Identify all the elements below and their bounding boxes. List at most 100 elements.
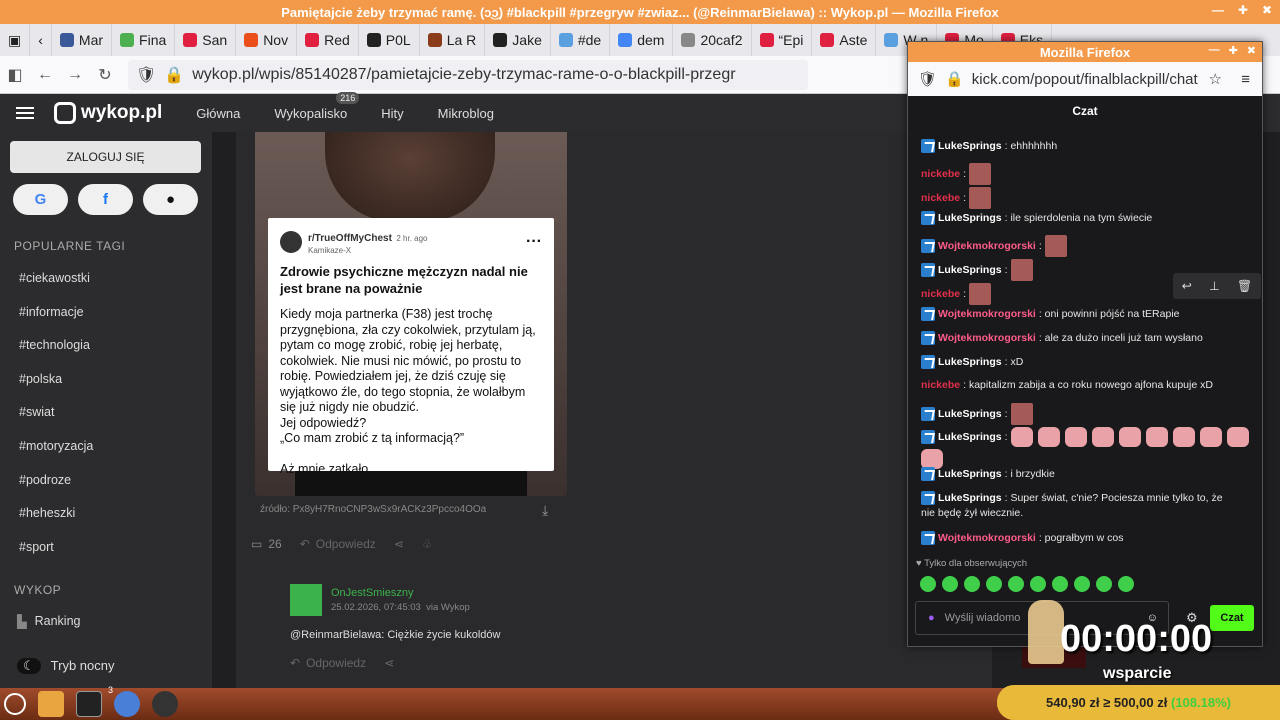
- maximize-icon[interactable]: ✚: [1238, 3, 1248, 17]
- microphone-icon[interactable]: ●: [928, 612, 935, 624]
- chat-username[interactable]: LukeSprings: [938, 212, 1002, 224]
- chat-username[interactable]: Wojtekmokrogorski: [938, 240, 1036, 252]
- emote-picker-icon[interactable]: [920, 576, 936, 592]
- firefox-icon[interactable]: 3: [108, 685, 140, 717]
- maximize-icon[interactable]: ✚: [1229, 44, 1238, 57]
- start-menu-icon[interactable]: [4, 693, 26, 715]
- close-icon[interactable]: ✖: [1262, 3, 1272, 17]
- chat-username[interactable]: Wojtekmokrogorski: [938, 308, 1036, 320]
- popup-address-bar[interactable]: 🛡 🔒 kick.com/popout/finalblackpill/chat …: [908, 62, 1262, 96]
- comments-button[interactable]: ▭ 26: [251, 537, 282, 551]
- avatar[interactable]: [290, 584, 322, 616]
- bookmark-star-icon[interactable]: ☆: [1209, 70, 1222, 88]
- tag-link[interactable]: #swiat: [19, 405, 54, 419]
- share-icon[interactable]: ⋖: [394, 537, 404, 551]
- pin-icon[interactable]: ⊥: [1209, 279, 1219, 293]
- download-icon[interactable]: ⤓: [542, 502, 548, 519]
- chat-username[interactable]: nickebe: [921, 379, 960, 391]
- menu-icon[interactable]: ≡: [1241, 71, 1250, 88]
- browser-tab[interactable]: Mar: [52, 24, 113, 56]
- files-icon[interactable]: [38, 691, 64, 717]
- browser-tab[interactable]: La R: [420, 24, 486, 56]
- emote-picker-icon[interactable]: [1096, 576, 1112, 592]
- favourite-icon[interactable]: ♧: [422, 537, 433, 551]
- sidebar-toggle-icon[interactable]: ◧: [0, 65, 30, 85]
- nav-mikroblog[interactable]: Mikroblog: [438, 106, 494, 121]
- emote-picker-icon[interactable]: [942, 576, 958, 592]
- subscriber-badge-icon: [921, 491, 935, 505]
- wykopalisko-count-badge: 216: [336, 91, 360, 104]
- chat-username[interactable]: LukeSprings: [938, 264, 1002, 276]
- reply-icon[interactable]: ↩: [1182, 279, 1192, 293]
- chat-username[interactable]: LukeSprings: [938, 356, 1002, 368]
- browser-tab[interactable]: Nov: [236, 24, 298, 56]
- emote-picker-icon[interactable]: [1074, 576, 1090, 592]
- emote-picker-icon[interactable]: [986, 576, 1002, 592]
- comment-reply-button[interactable]: ↶ Odpowiedz: [290, 656, 366, 670]
- browser-tab[interactable]: Fina: [112, 24, 176, 56]
- chat-username[interactable]: LukeSprings: [938, 492, 1002, 504]
- emote-picker-icon[interactable]: [1118, 576, 1134, 592]
- menu-icon[interactable]: [16, 107, 34, 119]
- browser-tab[interactable]: “Epi: [752, 24, 813, 56]
- chat-username[interactable]: LukeSprings: [938, 431, 1002, 443]
- tag-link[interactable]: #podroze: [19, 473, 71, 487]
- chat-username[interactable]: Wojtekmokrogorski: [938, 532, 1036, 544]
- share-icon[interactable]: ⋖: [384, 656, 394, 670]
- google-login-button[interactable]: G: [13, 184, 68, 215]
- nav-glowna[interactable]: Główna: [196, 106, 240, 121]
- apple-login-button[interactable]: ●: [143, 184, 198, 215]
- wykop-logo[interactable]: wykop.pl: [54, 102, 162, 124]
- chat-username[interactable]: nickebe: [921, 168, 960, 180]
- comment-author[interactable]: OnJestSmieszny: [331, 587, 414, 599]
- tag-link[interactable]: #sport: [19, 540, 54, 554]
- reply-button[interactable]: ↶ Odpowiedz: [300, 537, 376, 551]
- nav-hity[interactable]: Hity: [381, 106, 403, 121]
- tab-scroll-left[interactable]: ‹: [30, 24, 52, 56]
- minimize-icon[interactable]: —: [1212, 3, 1224, 17]
- night-mode-toggle[interactable]: ☾ Tryb nocny: [17, 658, 114, 674]
- browser-tab[interactable]: San: [175, 24, 237, 56]
- tag-link[interactable]: #heheszki: [19, 506, 75, 520]
- chat-username[interactable]: LukeSprings: [938, 140, 1002, 152]
- chat-username[interactable]: Wojtekmokrogorski: [938, 332, 1036, 344]
- browser-tab[interactable]: Aste: [812, 24, 877, 56]
- emote-picker-icon[interactable]: [1052, 576, 1068, 592]
- chat-username[interactable]: LukeSprings: [938, 468, 1002, 480]
- emote-picker-icon[interactable]: [1030, 576, 1046, 592]
- emote-picker-icon[interactable]: [964, 576, 980, 592]
- browser-tab[interactable]: P0L: [359, 24, 420, 56]
- chat-username[interactable]: nickebe: [921, 288, 960, 300]
- back-icon[interactable]: ←: [30, 66, 60, 84]
- tag-link[interactable]: #ciekawostki: [19, 271, 90, 285]
- nav-wykopalisko[interactable]: Wykopalisko 216: [274, 91, 360, 121]
- chat-username[interactable]: nickebe: [921, 192, 960, 204]
- comment-meta: 25.02.2026, 07:45:03 via Wykop: [331, 602, 470, 613]
- browser-tab[interactable]: Jake: [485, 24, 551, 56]
- browser-tab[interactable]: Red: [297, 24, 359, 56]
- forward-icon[interactable]: →: [60, 66, 90, 84]
- tag-link[interactable]: #informacje: [19, 305, 84, 319]
- login-button[interactable]: ZALOGUJ SIĘ: [10, 141, 201, 173]
- emote-picker-icon[interactable]: [1008, 576, 1024, 592]
- minimize-icon[interactable]: —: [1209, 44, 1220, 57]
- ranking-link[interactable]: ▙ Ranking: [17, 614, 81, 629]
- terminal-icon[interactable]: [76, 691, 102, 717]
- browser-tab[interactable]: 20caf2: [673, 24, 752, 56]
- address-bar[interactable]: 🛡 🔒 wykop.pl/wpis/85140287/pamietajcie-z…: [128, 59, 808, 90]
- close-icon[interactable]: ✖: [1247, 44, 1256, 57]
- facebook-login-button[interactable]: f: [78, 184, 133, 215]
- tab-favicon-icon: [618, 33, 633, 47]
- tab-overview-icon[interactable]: ▣: [0, 24, 31, 56]
- tag-link[interactable]: #technologia: [19, 338, 90, 352]
- reload-icon[interactable]: ↻: [90, 65, 120, 85]
- chat-username[interactable]: LukeSprings: [938, 408, 1002, 420]
- browser-tab[interactable]: dem: [610, 24, 674, 56]
- send-chat-button[interactable]: Czat: [1210, 605, 1254, 631]
- tag-link[interactable]: #polska: [19, 372, 62, 386]
- tag-link[interactable]: #motoryzacja: [19, 439, 93, 453]
- post-image[interactable]: r/TrueOffMyChest 2 hr. ago Kamikaze-X ··…: [255, 132, 567, 496]
- browser-tab[interactable]: #de: [551, 24, 611, 56]
- delete-icon[interactable]: 🗑: [1237, 279, 1252, 293]
- obs-icon[interactable]: [152, 691, 178, 717]
